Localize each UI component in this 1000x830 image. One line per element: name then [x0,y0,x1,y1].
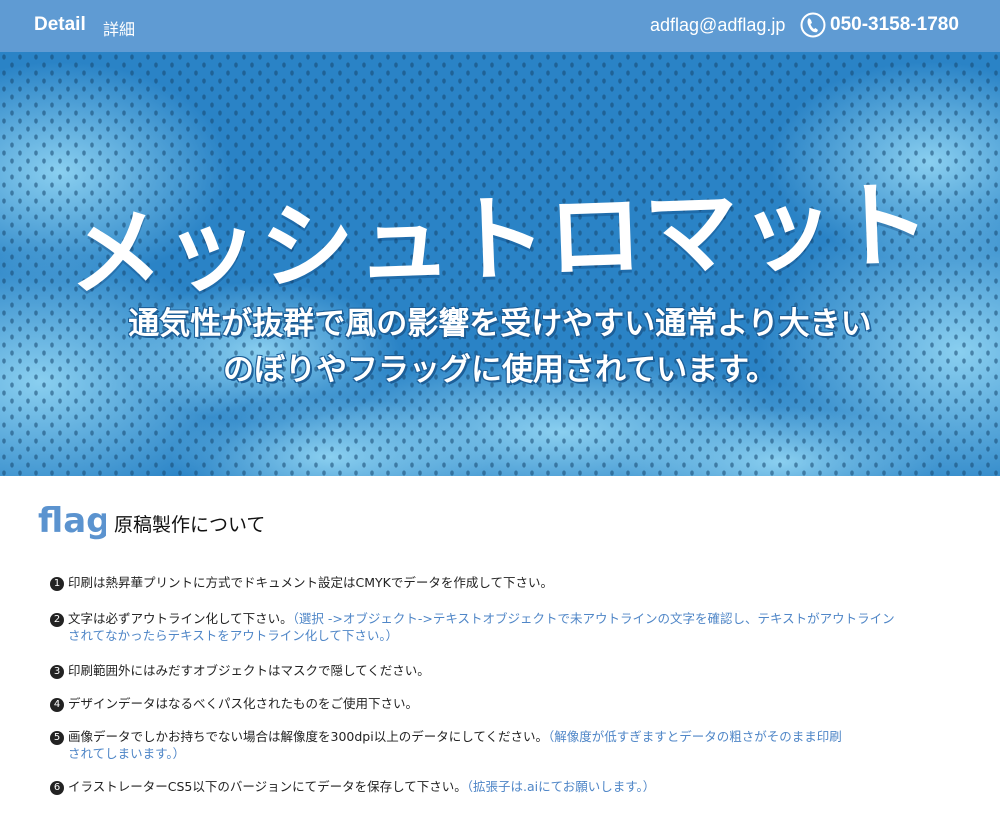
top-header-bar: Detail 詳細 adflag@adflag.jp 050-3158-1780 [0,0,1000,52]
hero-banner: メッシュトロマット 通気性が抜群で風の影響を受けやすい通常より大きい のぼりやフ… [0,52,1000,476]
item-number-badge: 4 [50,698,64,712]
list-item: 4 デザインデータはなるべくパス化されたものをご使用下さい。 [50,695,418,712]
section-title: 原稿製作について [114,514,266,536]
item-note: （解像度が低すぎますとデータの粗さがそのまま印刷 [547,729,842,744]
svg-text:flag: flag [38,501,106,541]
list-item: 6 イラストレーターCS5以下のバージョンにてデータを保存して下さい。（拡張子は.… [50,778,655,795]
item-text: デザインデータはなるべくパス化されたものをご使用下さい。 [68,696,419,711]
phone-icon [800,12,826,38]
item-number-badge: 3 [50,665,64,679]
item-note-continued: されてしまいます。） [68,746,186,761]
item-number-badge: 1 [50,577,64,591]
item-text: 画像データでしかお持ちでない場合は解像度を300dpi以上のデータにしてください… [68,729,548,744]
list-item: 2 文字は必ずアウトライン化して下さい。（選択 ->オブジェクト->テキストオブジ… [50,610,895,644]
phone-number-link[interactable]: 050-3158-1780 [830,14,959,36]
item-note: （拡張子は.aiにてお願いします。） [466,779,656,794]
header-brand-sub: 詳細 [103,20,136,39]
item-text: 印刷は熱昇華プリントに方式でドキュメント設定はCMYKでデータを作成して下さい。 [68,575,553,590]
item-text: 印刷範囲外にはみだすオブジェクトはマスクで隠してください。 [68,663,430,678]
header-brand: Detail [34,14,86,35]
item-number-badge: 5 [50,731,64,745]
item-note-continued: されてなかったらテキストをアウトライン化して下さい。） [68,628,399,643]
item-note: （選択 ->オブジェクト->テキストオブジェクトで未アウトラインの文字を確認し、… [292,611,895,626]
item-text: 文字は必ずアウトライン化して下さい。 [68,611,293,626]
item-number-badge: 2 [50,613,64,627]
flag-logo: flag [38,501,106,541]
hero-subtitle-line2: のぼりやフラッグに使用されています。 [223,352,777,388]
list-item: 3 印刷範囲外にはみだすオブジェクトはマスクで隠してください。 [50,662,430,679]
item-text: イラストレーターCS5以下のバージョンにてデータを保存して下さい。 [68,779,467,794]
email-link[interactable]: adflag@adflag.jp [650,15,785,36]
list-item: 5 画像データでしかお持ちでない場合は解像度を300dpi以上のデータにしてくださ… [50,728,842,762]
list-item: 1 印刷は熱昇華プリントに方式でドキュメント設定はCMYKでデータを作成して下さい… [50,574,553,591]
item-number-badge: 6 [50,781,64,795]
hero-subtitle-line1: 通気性が抜群で風の影響を受けやすい通常より大きい [128,306,872,342]
